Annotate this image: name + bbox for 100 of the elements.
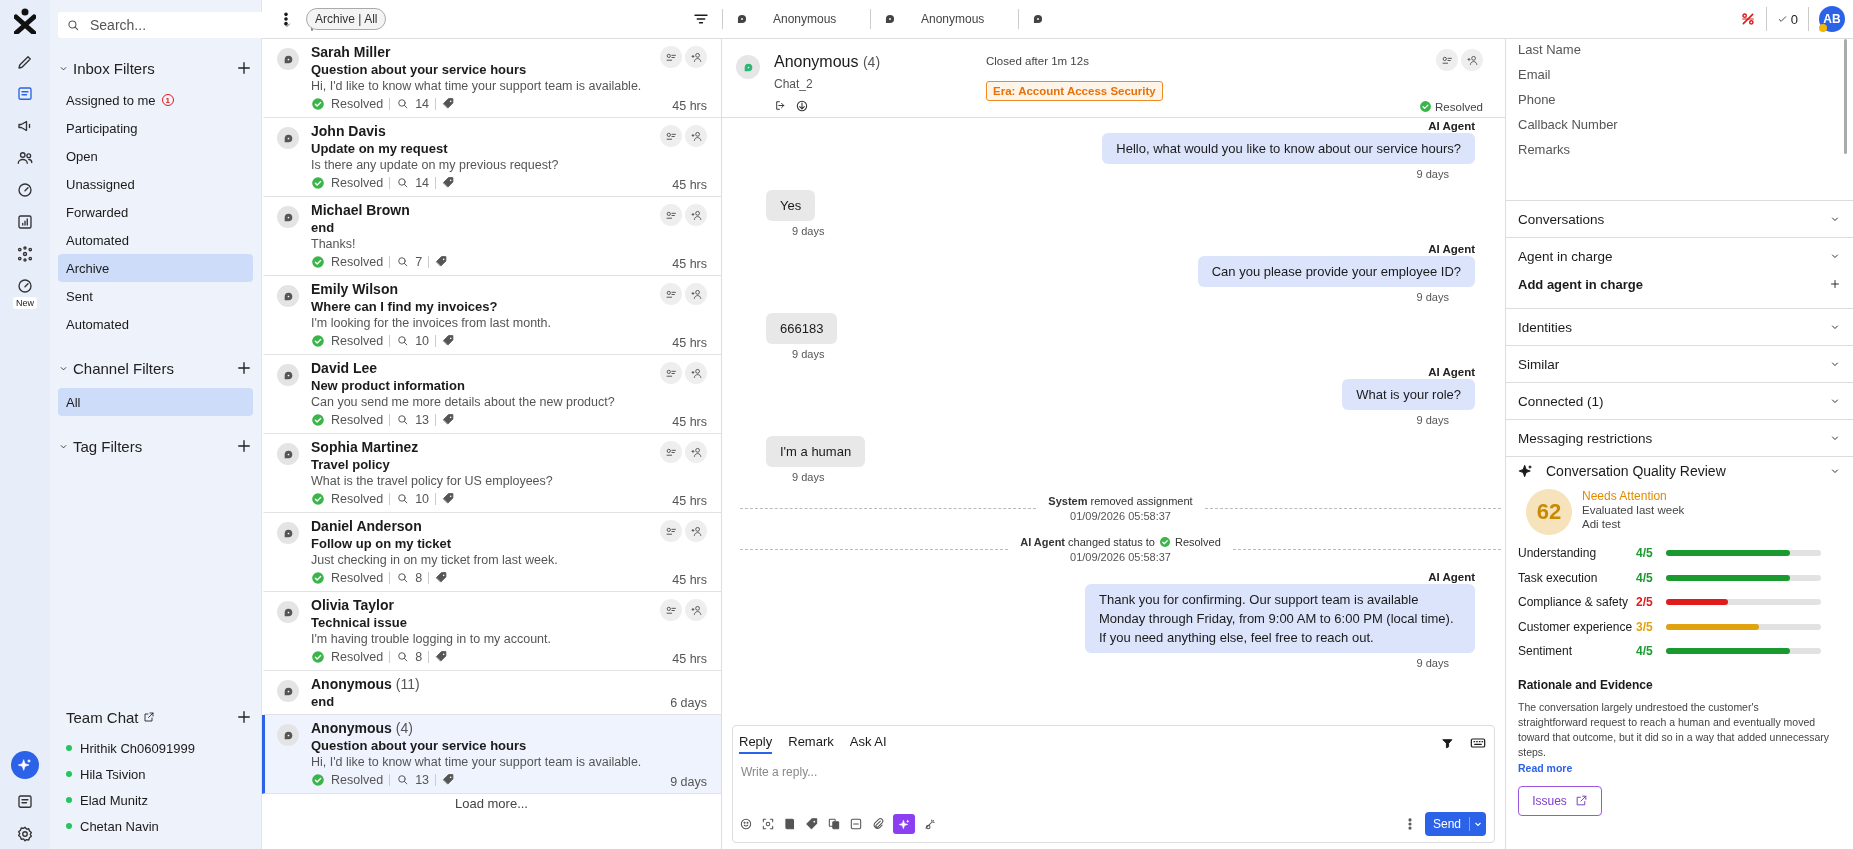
nav-button[interactable]: New xyxy=(13,277,37,309)
copy-icon[interactable] xyxy=(827,817,841,831)
member-name[interactable]: Chetan Navin xyxy=(80,818,159,834)
tag-icon[interactable] xyxy=(435,571,449,584)
conversation-item[interactable]: Daniel Anderson Follow up on my ticket Just checking in on my ticket from last week. Resolved 8 45 hrs xyxy=(262,513,721,592)
section-header[interactable]: Connected (1) xyxy=(1518,383,1841,419)
filter-item[interactable]: Assigned to me 1 xyxy=(58,86,253,114)
chat-bubble-icon[interactable] xyxy=(1031,12,1045,26)
emoji-icon[interactable] xyxy=(739,817,753,831)
add-user-button[interactable] xyxy=(685,362,707,384)
assign-button[interactable] xyxy=(1436,49,1458,71)
assign-button[interactable] xyxy=(660,204,682,226)
assign-button[interactable] xyxy=(660,125,682,147)
conversation-item[interactable]: Emily Wilson Where can I find my invoices? I'm looking for the invoices from last month. Resolved 10 45 hrs xyxy=(262,276,721,355)
chat-bubble-icon[interactable] xyxy=(883,12,897,26)
add-icon[interactable] xyxy=(235,437,253,455)
filter-icon[interactable] xyxy=(1441,736,1454,750)
attachment-icon[interactable] xyxy=(871,817,885,831)
section-header[interactable]: Similar xyxy=(1518,346,1841,382)
conversation-item[interactable]: Sarah Miller Question about your service hours Hi, I'd like to know what time your support team is available. Resolved 14 45 hrs xyxy=(262,39,721,118)
tag-icon[interactable] xyxy=(442,334,456,347)
filter-item[interactable]: All xyxy=(58,388,253,416)
add-icon[interactable] xyxy=(235,708,253,726)
nav-button[interactable] xyxy=(16,149,34,167)
section-header[interactable]: Identities xyxy=(1518,309,1841,345)
filter-item[interactable]: Automated xyxy=(58,310,253,338)
percent-icon[interactable] xyxy=(1739,11,1756,27)
scan-icon[interactable] xyxy=(761,817,775,831)
filter-item[interactable]: Unassigned xyxy=(58,170,253,198)
composer-tab[interactable]: Ask AI xyxy=(849,732,887,754)
add-user-button[interactable] xyxy=(685,520,707,542)
assign-button[interactable] xyxy=(660,46,682,68)
member-name[interactable]: Elad Munitz xyxy=(80,792,148,808)
square-icon[interactable] xyxy=(849,817,863,831)
assign-button[interactable] xyxy=(660,362,682,384)
add-user-button[interactable] xyxy=(685,441,707,463)
tag-icon[interactable] xyxy=(442,176,456,189)
tag-icon[interactable] xyxy=(442,97,456,110)
external-link-icon[interactable] xyxy=(142,711,155,723)
assign-button[interactable] xyxy=(660,441,682,463)
send-button[interactable]: Send xyxy=(1424,812,1486,836)
member-name[interactable]: Hrithik Ch06091999 xyxy=(80,740,195,756)
member-name[interactable]: Hila Tsivion xyxy=(80,766,146,782)
user-avatar[interactable]: AB xyxy=(1819,6,1845,32)
assign-button[interactable] xyxy=(660,599,682,621)
nav-button[interactable] xyxy=(16,245,34,263)
tag-icon[interactable] xyxy=(442,413,456,426)
conversation-tab[interactable]: Anonymous xyxy=(921,12,985,26)
tag-icon[interactable] xyxy=(435,255,449,268)
add-user-button[interactable] xyxy=(1461,49,1483,71)
filter-chip[interactable]: Archive | All xyxy=(306,8,387,30)
filter-item[interactable]: Forwarded xyxy=(58,198,253,226)
add-icon[interactable] xyxy=(235,59,253,77)
chat-bubble-icon[interactable] xyxy=(735,12,749,26)
section-header[interactable]: Messaging restrictions xyxy=(1518,420,1841,456)
nav-button[interactable] xyxy=(16,213,34,231)
add-user-button[interactable] xyxy=(685,599,707,621)
chat-icon[interactable] xyxy=(16,793,34,811)
add-user-button[interactable] xyxy=(685,125,707,147)
tag-icon[interactable] xyxy=(435,650,449,663)
section-header[interactable]: Conversations xyxy=(1518,201,1841,237)
ai-sparkle-button[interactable] xyxy=(893,814,915,834)
read-more-link[interactable]: Read more xyxy=(1518,761,1841,774)
tag-icon[interactable] xyxy=(442,773,456,786)
conversation-item[interactable]: Olivia Taylor Technical issue I'm having trouble logging in to my account. Resolved 8 45 hrs xyxy=(262,592,721,671)
conversation-item[interactable]: John Davis Update on my request Is there any update on my previous request? Resolved 14 45 hrs xyxy=(262,118,721,197)
assign-button[interactable] xyxy=(660,283,682,305)
ai-assistant-button[interactable] xyxy=(11,751,39,779)
download-icon[interactable] xyxy=(795,99,809,113)
composer-tab[interactable]: Remark xyxy=(788,732,834,754)
load-more-link[interactable]: Load more... xyxy=(455,794,528,814)
conversation-item[interactable]: David Lee New product information Can you send me more details about the new product? Resolved 13 45 hrs xyxy=(262,355,721,434)
add-icon[interactable] xyxy=(235,359,253,377)
book-icon[interactable] xyxy=(783,817,797,831)
assign-button[interactable] xyxy=(660,520,682,542)
nav-button[interactable] xyxy=(16,53,34,71)
keyboard-icon[interactable] xyxy=(1470,735,1486,751)
conversation-item[interactable]: Michael Brown end Thanks! Resolved 7 45 hrs xyxy=(262,197,721,276)
add-user-button[interactable] xyxy=(685,283,707,305)
reply-input[interactable]: Write a reply... xyxy=(739,764,1486,780)
add-user-button[interactable] xyxy=(685,46,707,68)
composer-tab[interactable]: Reply xyxy=(739,732,773,754)
filter-item[interactable]: Open xyxy=(58,142,253,170)
tag-icon[interactable] xyxy=(442,492,456,505)
conversation-item[interactable]: Sophia Martinez Travel policy What is the travel policy for US employees? Resolved 10 45 hrs xyxy=(262,434,721,513)
conversation-item[interactable]: Anonymous (4) Question about your service hours Hi, I'd like to know what time your support team is available. Resolved 13 9 days xyxy=(262,715,721,794)
filter-item[interactable]: Participating xyxy=(58,114,253,142)
issues-button[interactable]: Issues xyxy=(1518,785,1602,816)
tag-icon[interactable] xyxy=(805,817,819,831)
add-agent-button[interactable]: Add agent in charge xyxy=(1518,274,1841,294)
filter-item[interactable]: Automated xyxy=(58,226,253,254)
filter-item[interactable]: Archive xyxy=(58,254,253,282)
add-user-button[interactable] xyxy=(685,204,707,226)
filter-item[interactable]: Sent xyxy=(58,282,253,310)
magic-wand-icon[interactable] xyxy=(923,817,937,831)
settings-icon[interactable] xyxy=(16,825,34,843)
exit-icon[interactable] xyxy=(774,99,787,112)
nav-button[interactable] xyxy=(16,181,34,199)
section-header[interactable]: Agent in charge xyxy=(1518,238,1841,274)
conversation-tab[interactable]: Anonymous xyxy=(773,12,837,26)
